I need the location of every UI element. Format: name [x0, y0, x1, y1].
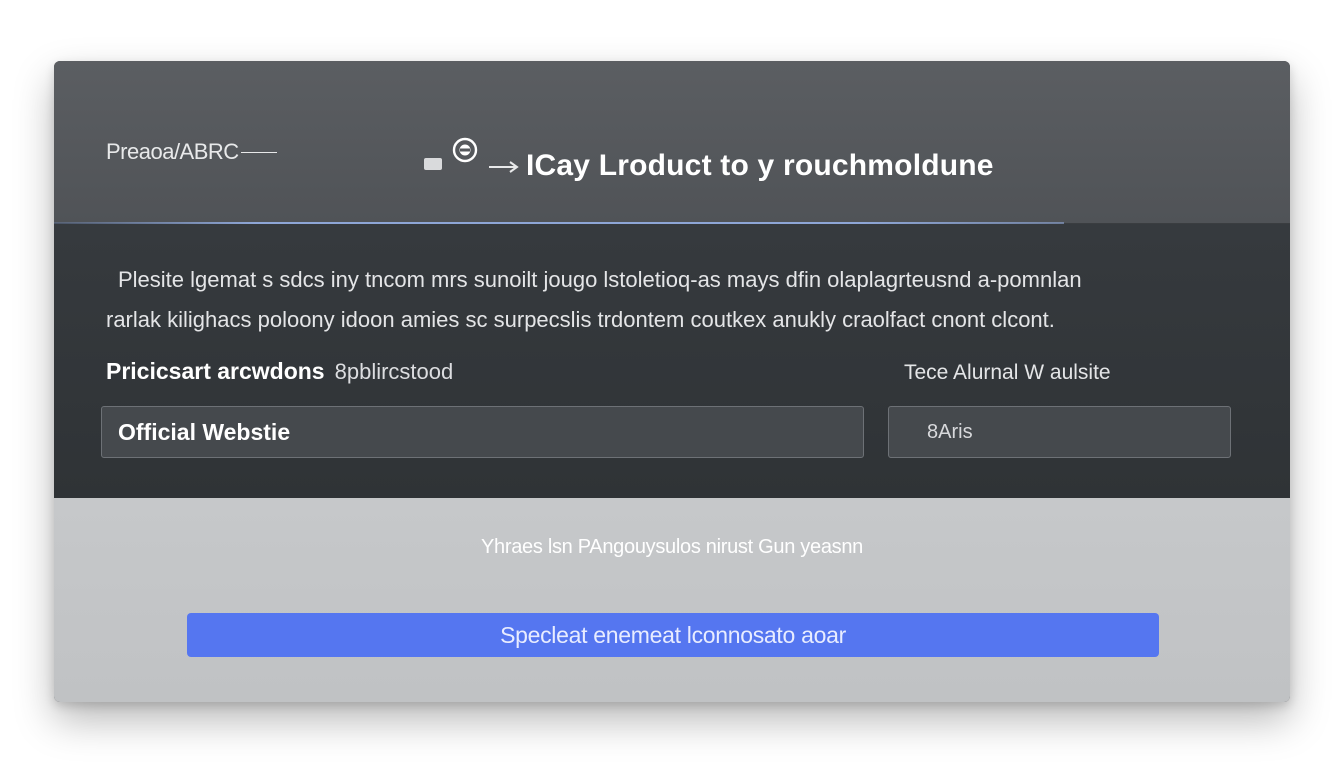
dialog-footer: Yhraes lsn PAngouysulos nirust Gun yeasn…	[54, 498, 1290, 702]
footer-note: Yhraes lsn PAngouysulos nirust Gun yeasn…	[481, 536, 863, 558]
description: Plesite lgemat s sdcs iny tncom mrs suno…	[106, 260, 1246, 340]
website-field-label-strong: Pricicsart arcwdons	[106, 358, 325, 384]
secondary-input[interactable]: 8Aris	[888, 406, 1231, 458]
description-line-2: rarlak kilighacs poloony idoon amies sc …	[106, 307, 1055, 332]
brand-underline	[240, 151, 277, 153]
description-line-1: Plesite lgemat s sdcs iny tncom mrs suno…	[118, 267, 1082, 292]
website-input[interactable]: Official Webstie	[101, 406, 864, 458]
dialog-body: Plesite lgemat s sdcs iny tncom mrs suno…	[54, 224, 1290, 498]
title-row: ICay Lroduct to y rouchmoldune	[424, 123, 994, 183]
secondary-field-label: Tece Alurnal W aulsite	[904, 361, 1111, 384]
website-field-label-light: 8pblircstood	[334, 359, 454, 384]
primary-action-label: Specleat enemeat lconnosato aoar	[500, 621, 846, 648]
arrow-right-icon	[489, 161, 519, 173]
secondary-input-value: 8Aris	[927, 420, 973, 443]
brand-label: Preaoa/ABRC	[106, 139, 277, 165]
dialog-title: ICay Lroduct to y rouchmoldune	[526, 149, 994, 182]
card-icon	[424, 158, 442, 170]
product-dialog: Preaoa/ABRC ICay Lroduct to y rouchmoldu…	[54, 61, 1290, 702]
primary-action-button[interactable]: Specleat enemeat lconnosato aoar	[187, 613, 1159, 657]
website-field-label: Pricicsart arcwdons 8pblircstood	[106, 358, 453, 385]
website-input-value: Official Webstie	[118, 418, 291, 445]
brand-text: Preaoa/ABRC	[106, 139, 239, 164]
product-icon	[452, 137, 478, 163]
dialog-header: Preaoa/ABRC ICay Lroduct to y rouchmoldu…	[54, 61, 1290, 224]
